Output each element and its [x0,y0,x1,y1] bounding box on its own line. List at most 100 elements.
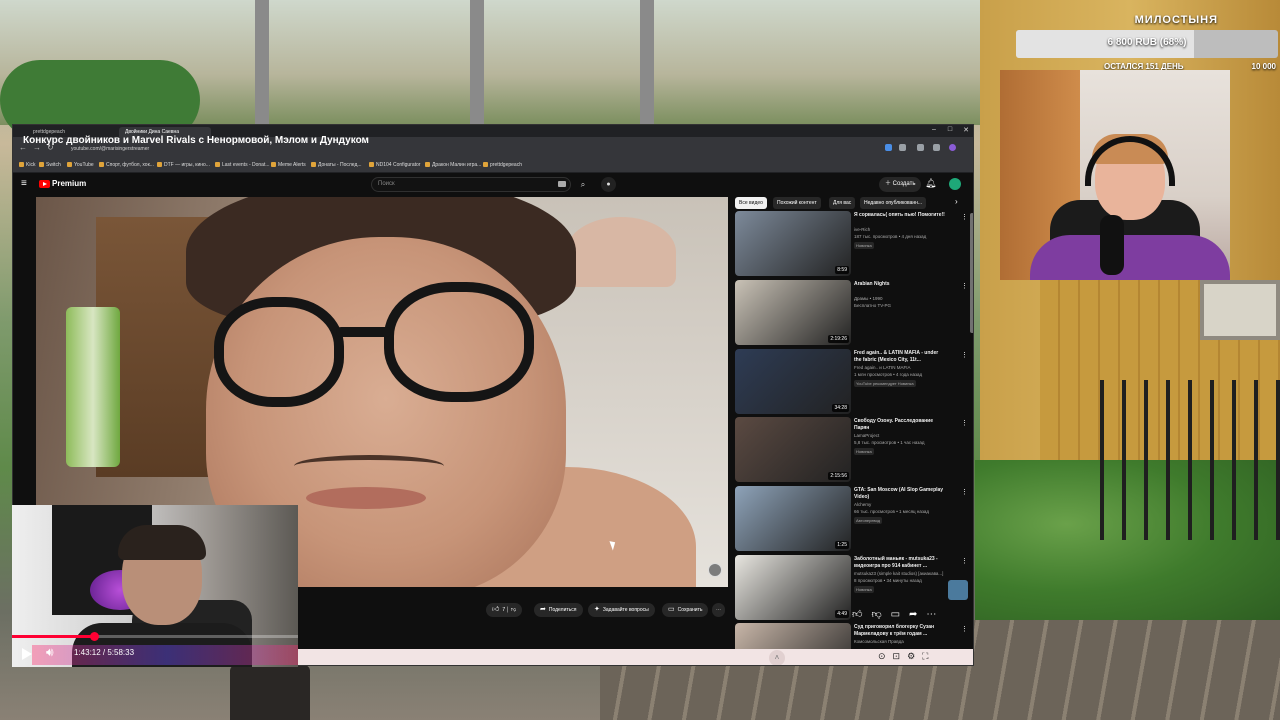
channel-avatar[interactable] [948,580,968,600]
bookmark-item[interactable]: Switch [39,162,61,168]
thumbs-down-icon[interactable]: 👎︎ [511,607,516,613]
channel-name[interactable]: Драмы • 1990 [854,296,946,301]
download-icon[interactable] [933,144,940,151]
bookmark-item[interactable]: Kick [19,162,35,168]
more-vert-icon[interactable]: ⋮ [961,282,968,290]
video-meta: 66 тыс. просмотров • 1 месяц назад [854,509,930,514]
recommendation-item[interactable]: 2:19:26 Arabian Nights Драмы • 1990 Бесплат… [735,280,970,346]
chevron-up-icon[interactable]: ˄ [769,650,785,665]
youtube-logo-icon[interactable] [39,180,50,188]
extension-icon[interactable] [885,144,892,151]
bookmark-item[interactable]: prettdgepeach [483,162,522,168]
video-title[interactable]: Заболотный маньяк - mutsuka23 - видеоигр… [854,556,946,570]
video-badge: Новинка [854,448,874,455]
background-pole [470,0,484,125]
url-field[interactable]: youtube.com/@marisingerstreamer [71,146,149,152]
playback-progress-bar[interactable] [12,632,298,641]
chevron-right-icon[interactable]: › [955,197,958,206]
glasses-bridge [336,327,391,337]
video-thumbnail[interactable]: 8:59 [735,211,851,276]
background-fence [1100,380,1280,540]
more-vert-icon[interactable]: ⋮ [961,351,968,359]
create-button[interactable]: ＋ Создать [879,177,922,192]
play-icon[interactable] [22,648,32,660]
bookmark-item[interactable]: Донаты - Послед... [311,162,362,168]
youtube-brand[interactable]: Premium [52,179,86,188]
donation-goal-value: 10 000 [1251,62,1276,71]
video-duration: 34:28 [832,404,849,412]
channel-name[interactable]: Fred again.. и LATIN MAFIA [854,365,946,370]
extension-icon[interactable] [917,144,924,151]
video-thumbnail[interactable]: 4:49 [735,555,851,620]
channel-name[interactable]: Комсомольская Правда [854,639,946,644]
notifications-bell-icon[interactable]: 🔔︎ [925,178,936,189]
chip-related[interactable]: Похожий контент [773,197,821,209]
channel-watermark-icon[interactable] [708,563,722,577]
donation-progress-bar: 6 800 RUB (68%) [1016,30,1278,58]
sidebar-scrollbar[interactable] [970,213,973,333]
recommendation-item[interactable]: 8:59 Я сорвалась( опять пью! Помогите!! iv… [735,211,970,277]
bookmark-item[interactable]: DTF — игры, кино... [157,162,210,168]
create-label: Создать [892,181,916,187]
player-tool-icons[interactable]: ⊙⊡⚙⛶ [878,651,935,662]
player-bottom-strip: ˄ ⊙⊡⚙⛶ [298,649,973,665]
video-can [66,307,120,467]
minimize-icon[interactable]: – [927,126,941,133]
background-pole [255,0,269,125]
video-title[interactable]: Fred again.. & LATIN MAFIA - under the f… [854,350,946,364]
player-controls: 🔊︎ 1:43:12 / 5:58:33 [12,642,298,664]
video-title[interactable]: GTA: San Moscow (AI Slop Gameplay Video) [854,487,946,501]
more-vert-icon[interactable]: ⋮ [961,625,968,633]
keyboard-icon[interactable] [558,181,566,187]
chip-for-you[interactable]: Для вас [829,197,856,209]
share-icon: ➦ [540,606,546,613]
more-vert-icon[interactable]: ⋮ [961,213,968,221]
more-vert-icon[interactable]: ⋮ [961,557,968,565]
video-title[interactable]: Свободу Озону. Расследование Парян [854,418,946,432]
chip-recently-uploaded[interactable]: Недавно опубликованн... [860,197,927,209]
video-thumbnail[interactable]: 2:15:56 [735,417,851,482]
close-icon[interactable]: ✕ [959,126,973,134]
recommendation-item[interactable]: 34:28 Fred again.. & LATIN MAFIA - under … [735,349,970,415]
profile-icon[interactable] [949,144,956,151]
video-thumbnail[interactable]: 34:28 [735,349,851,414]
voice-search-icon[interactable]: ● [601,177,616,192]
video-thumbnail[interactable]: 1:25 [735,486,851,551]
chip-all-videos[interactable]: Все видео [735,197,767,209]
channel-name[interactable]: LamaProject [854,433,946,438]
video-title[interactable]: Суд приговорил блогерку Сузан Мармеладов… [854,624,946,638]
bookmark-item[interactable]: Спорт, футбол, хок... [99,162,154,168]
bookmark-item[interactable]: Last events - Donat... [215,162,270,168]
volume-icon[interactable]: 🔊︎ [46,645,54,660]
bookmark-item[interactable]: ND104 Configurator [369,162,420,168]
bookmark-item[interactable]: Meme Alerts [271,162,306,168]
bookmark-item[interactable]: YouTube [67,162,94,168]
video-title[interactable]: Arabian Nights [854,281,946,288]
more-actions-icon[interactable]: ⋯ [712,603,725,617]
more-vert-icon[interactable]: ⋮ [961,488,968,496]
share-button[interactable]: ➦ Поделиться [534,603,583,617]
overlay-action-icons[interactable]: 👍︎👎︎▭➦⋯ [852,608,945,620]
video-duration: 2:19:26 [828,335,849,343]
recommendation-item[interactable]: 1:25 GTA: San Moscow (AI Slop Gameplay Vi… [735,486,970,552]
ask-button[interactable]: ✦ Задавайте вопросы [588,603,655,617]
account-avatar[interactable] [949,178,961,190]
channel-name[interactable]: Alchemy [854,502,946,507]
playback-scrubber-handle[interactable] [90,632,100,641]
search-icon[interactable]: ⌕ [575,177,591,192]
channel-name[interactable]: ive-Rich [854,227,946,232]
search-input[interactable]: Поиск [371,177,571,192]
video-title[interactable]: Я сорвалась( опять пью! Помогите!! [854,212,946,219]
like-button[interactable]: 👍︎ 7 │ 👎︎ [486,603,523,617]
hamburger-menu-icon[interactable]: ≡ [21,178,27,189]
video-thumbnail[interactable]: 2:19:26 [735,280,851,345]
channel-name[interactable]: mutsuka23 (simple kait studios) [акиакав… [854,571,946,576]
video-meta: 5,8 тыс. просмотров • 1 час назад [854,440,925,445]
maximize-icon[interactable]: □ [943,126,957,133]
more-vert-icon[interactable]: ⋮ [961,419,968,427]
bookmark-star-icon[interactable] [899,144,906,151]
video-duration: 4:49 [835,610,849,618]
recommendation-item[interactable]: 2:15:56 Свободу Озону. Расследование Паря… [735,417,970,483]
save-button[interactable]: ▭ Сохранить [662,603,709,617]
bookmark-item[interactable]: Дракон Малин игра... [425,162,481,168]
